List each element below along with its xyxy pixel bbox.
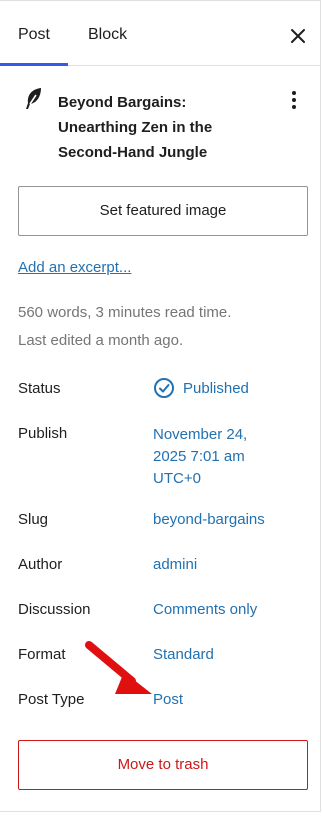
- tab-post[interactable]: Post: [0, 1, 68, 66]
- more-vertical-icon[interactable]: [284, 88, 304, 114]
- publish-timezone-line: UTC+0: [153, 470, 201, 487]
- move-to-trash-button[interactable]: Move to trash: [18, 740, 308, 790]
- post-title: Beyond Bargains: Unearthing Zen in the S…: [58, 94, 213, 161]
- publish-time-line: 2025 7:01 am: [153, 448, 245, 465]
- discussion-value[interactable]: Comments only: [153, 601, 257, 618]
- post-settings-sidebar: Post Block Beyond Bargains: Unearthing Z…: [0, 0, 321, 812]
- discussion-label: Discussion: [18, 601, 91, 618]
- publish-date-value[interactable]: November 24, 2025 7:01 am UTC+0: [153, 424, 303, 490]
- status-label: Status: [18, 380, 61, 397]
- word-count-text: 560 words, 3 minutes read time.: [18, 304, 232, 321]
- sidebar-tabs: Post Block: [0, 1, 321, 66]
- last-edited-text: Last edited a month ago.: [18, 332, 184, 349]
- add-excerpt-link[interactable]: Add an excerpt...: [18, 259, 131, 276]
- post-meta-info: 560 words, 3 minutes read time. Last edi…: [18, 299, 231, 355]
- status-value[interactable]: Published: [183, 380, 249, 397]
- publish-date-line: November 24,: [153, 426, 248, 443]
- format-label: Format: [18, 646, 66, 663]
- publish-label: Publish: [18, 425, 68, 442]
- author-label: Author: [18, 556, 63, 573]
- post-type-label: Post Type: [18, 691, 85, 708]
- set-featured-image-button[interactable]: Set featured image: [18, 186, 308, 236]
- close-icon[interactable]: [285, 23, 311, 49]
- red-arrow-annotation: [85, 641, 152, 694]
- feather-icon: [26, 88, 41, 109]
- tab-block[interactable]: Block: [88, 1, 127, 65]
- slug-value[interactable]: beyond-bargains: [153, 511, 265, 528]
- slug-label: Slug: [18, 511, 49, 528]
- author-value[interactable]: admini: [153, 556, 197, 573]
- check-circle-icon: [154, 378, 174, 398]
